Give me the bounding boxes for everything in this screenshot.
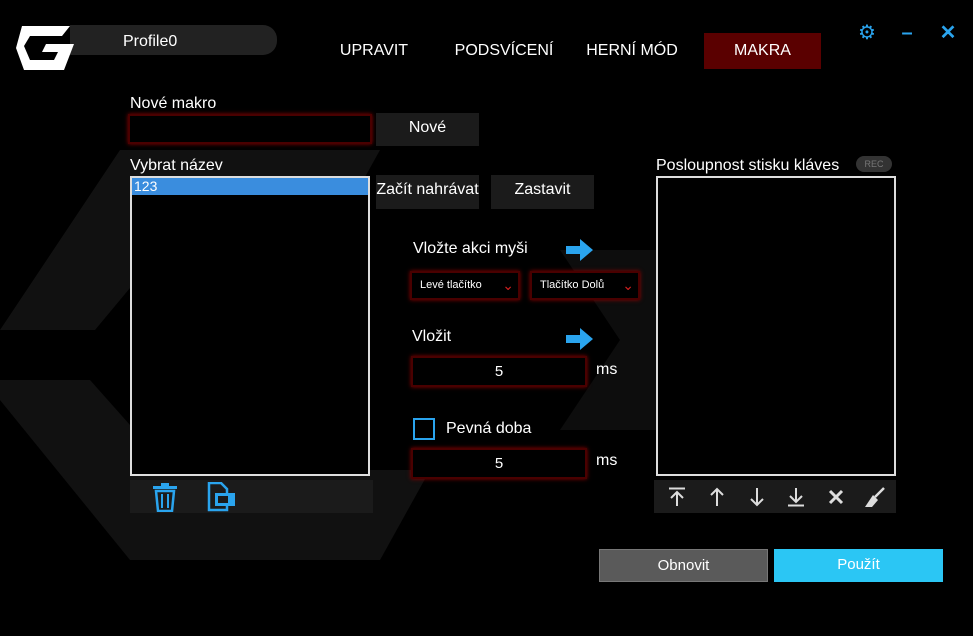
fixed-time-unit: ms [596, 452, 618, 469]
macro-list-label: Vybrat název [130, 157, 223, 174]
insert-mouse-action-arrow-icon[interactable] [566, 238, 594, 262]
insert-delay-label: Vložit [412, 328, 452, 345]
mouse-direction-select-value: Tlačítko Dolů [540, 279, 605, 291]
mouse-button-select-value: Levé tlačítko [420, 279, 482, 291]
new-macro-label: Nové makro [130, 95, 217, 112]
macro-list[interactable]: 123 [130, 176, 370, 476]
trash-icon[interactable] [152, 482, 178, 512]
move-down-icon[interactable] [748, 487, 766, 507]
close-icon[interactable]: ✕ [937, 22, 959, 44]
tab-upravit[interactable]: UPRAVIT [326, 33, 422, 69]
mouse-button-select[interactable]: Levé tlačítko ⌄ [410, 271, 520, 300]
minimize-icon[interactable]: – [896, 22, 918, 44]
tab-makra[interactable]: MAKRA [704, 33, 821, 69]
start-recording-button[interactable]: Začít nahrávat [376, 175, 479, 209]
move-top-icon[interactable] [668, 487, 686, 507]
gear-icon[interactable]: ⚙ [856, 22, 878, 44]
delay-input[interactable] [411, 356, 587, 387]
list-item[interactable]: 123 [132, 178, 368, 195]
move-up-icon[interactable] [708, 487, 726, 507]
mouse-direction-select[interactable]: Tlačítko Dolů ⌄ [530, 271, 640, 300]
sequence-toolbar [654, 480, 896, 513]
tab-podsviceni[interactable]: PODSVÍCENÍ [446, 33, 562, 69]
move-bottom-icon[interactable] [787, 487, 805, 507]
chevron-down-icon: ⌄ [622, 277, 634, 293]
copy-icon[interactable] [206, 482, 240, 512]
chevron-down-icon: ⌄ [502, 277, 514, 293]
delay-unit: ms [596, 361, 618, 378]
macro-list-toolbar [130, 480, 373, 513]
rec-badge: REC [856, 156, 892, 172]
new-macro-input[interactable] [128, 114, 372, 144]
clear-icon[interactable] [864, 486, 886, 508]
profile-name[interactable]: Profile0 [123, 33, 177, 51]
fixed-time-input[interactable] [411, 448, 587, 479]
apply-button[interactable]: Použít [774, 549, 943, 582]
stop-recording-button[interactable]: Zastavit [491, 175, 594, 209]
brand-logo-icon [16, 26, 74, 70]
tab-herni-mod[interactable]: HERNÍ MÓD [578, 33, 686, 69]
delete-icon[interactable] [828, 489, 844, 505]
mouse-action-label: Vložte akci myši [413, 240, 528, 257]
new-macro-button[interactable]: Nové [376, 113, 479, 146]
fixed-time-label: Pevná doba [446, 420, 532, 437]
insert-delay-arrow-icon[interactable] [566, 327, 594, 351]
key-sequence-label: Posloupnost stisku kláves [656, 157, 840, 174]
key-sequence-list[interactable] [656, 176, 896, 476]
refresh-button[interactable]: Obnovit [599, 549, 768, 582]
fixed-time-checkbox[interactable] [413, 418, 435, 440]
